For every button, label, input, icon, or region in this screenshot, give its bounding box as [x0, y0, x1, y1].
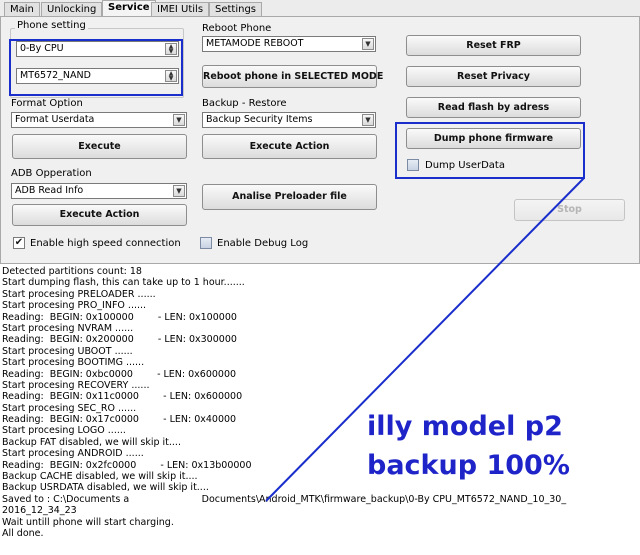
log-line: All done. [2, 527, 44, 539]
log-line: Start procesing PRO_INFO ...... [2, 300, 147, 312]
reboot-selected-mode-button[interactable]: Reboot phone in SELECTED MODE [202, 65, 383, 88]
adb-operation-select[interactable]: ADB Read Info ▼ [11, 183, 187, 199]
analise-preloader-button[interactable]: Analise Preloader file [202, 184, 377, 210]
reboot-mode-select[interactable]: METAMODE REBOOT ▼ [202, 36, 376, 52]
chevron-down-icon[interactable]: ▼ [173, 114, 185, 126]
stop-button[interactable]: Stop [514, 199, 625, 221]
format-option-select[interactable]: Format Userdata ▼ [11, 112, 187, 128]
log-line: Reading: BEGIN: 0x100000 - LEN: 0x100000 [2, 311, 237, 323]
adb-operation-title: ADB Opperation [11, 168, 92, 179]
phone-setting-highlight-box [9, 39, 183, 96]
log-line: Wait untill phone will start charging. [2, 516, 174, 528]
backup-restore-value: Backup Security Items [206, 114, 313, 125]
log-line: Start procesing UBOOT ...... [2, 345, 133, 357]
format-option-title: Format Option [11, 98, 83, 109]
tab-settings[interactable]: Settings [209, 2, 263, 17]
debug-log-checkbox[interactable] [200, 237, 212, 249]
reset-privacy-button[interactable]: Reset Privacy [406, 66, 581, 87]
log-line: Detected partitions count: 18 [2, 266, 142, 277]
annotation-text-line-2: backup 100% [367, 450, 570, 481]
debug-log-label: Enable Debug Log [217, 238, 309, 249]
backup-restore-title: Backup - Restore [202, 98, 287, 109]
log-line: 2016_12_34_23 [2, 505, 77, 517]
reboot-mode-value: METAMODE REBOOT [206, 38, 304, 49]
phone-setting-title: Phone setting [15, 20, 88, 31]
log-line: Start procesing BOOTIMG ...... [2, 357, 145, 369]
high-speed-checkbox[interactable]: ✔ [13, 237, 25, 249]
log-line: Reading: BEGIN: 0xbc0000 - LEN: 0x600000 [2, 368, 237, 380]
tab-imei-utils[interactable]: IMEI Utils [151, 2, 210, 17]
dump-firmware-highlight-box [395, 122, 585, 179]
tab-service[interactable]: Service [102, 0, 156, 17]
adb-operation-value: ADB Read Info [15, 185, 84, 196]
read-flash-by-address-button[interactable]: Read flash by adress [406, 97, 581, 118]
log-line: Reading: BEGIN: 0x200000 - LEN: 0x300000 [2, 334, 237, 346]
format-execute-button[interactable]: Execute [12, 134, 187, 159]
tab-unlocking[interactable]: Unlocking [41, 2, 103, 17]
log-line: Backup USRDATA disabled, we will skip it… [2, 482, 209, 494]
chevron-down-icon[interactable]: ▼ [362, 38, 374, 50]
backup-execute-action-button[interactable]: Execute Action [202, 134, 377, 159]
backup-restore-select[interactable]: Backup Security Items ▼ [202, 112, 376, 128]
adb-execute-action-button[interactable]: Execute Action [12, 204, 187, 226]
reboot-title: Reboot Phone [202, 23, 272, 34]
annotation-text-line-1: illy model p2 [367, 411, 563, 442]
tab-bar: Main Unlocking Service IMEI Utils Settin… [0, 0, 640, 17]
format-option-value: Format Userdata [15, 114, 95, 125]
log-line: Start procesing RECOVERY ...... [2, 379, 150, 391]
log-line: Start procesing PRELOADER ...... [2, 288, 156, 300]
tab-main[interactable]: Main [4, 2, 40, 17]
check-mark-icon: ✔ [14, 237, 24, 248]
log-line: Saved to : C:\Documents a Documents\Andr… [2, 493, 567, 505]
high-speed-label: Enable high speed connection [30, 238, 181, 249]
chevron-down-icon[interactable]: ▼ [362, 114, 374, 126]
log-line: Start dumping flash, this can take up to… [2, 277, 245, 289]
reset-frp-button[interactable]: Reset FRP [406, 35, 581, 56]
chevron-down-icon[interactable]: ▼ [173, 185, 185, 197]
log-line: Reading: BEGIN: 0x11c0000 - LEN: 0x60000… [2, 391, 243, 403]
log-output: Detected partitions count: 18 Start dumpi… [2, 266, 638, 539]
log-line: Start procesing NVRAM ...... [2, 322, 134, 334]
